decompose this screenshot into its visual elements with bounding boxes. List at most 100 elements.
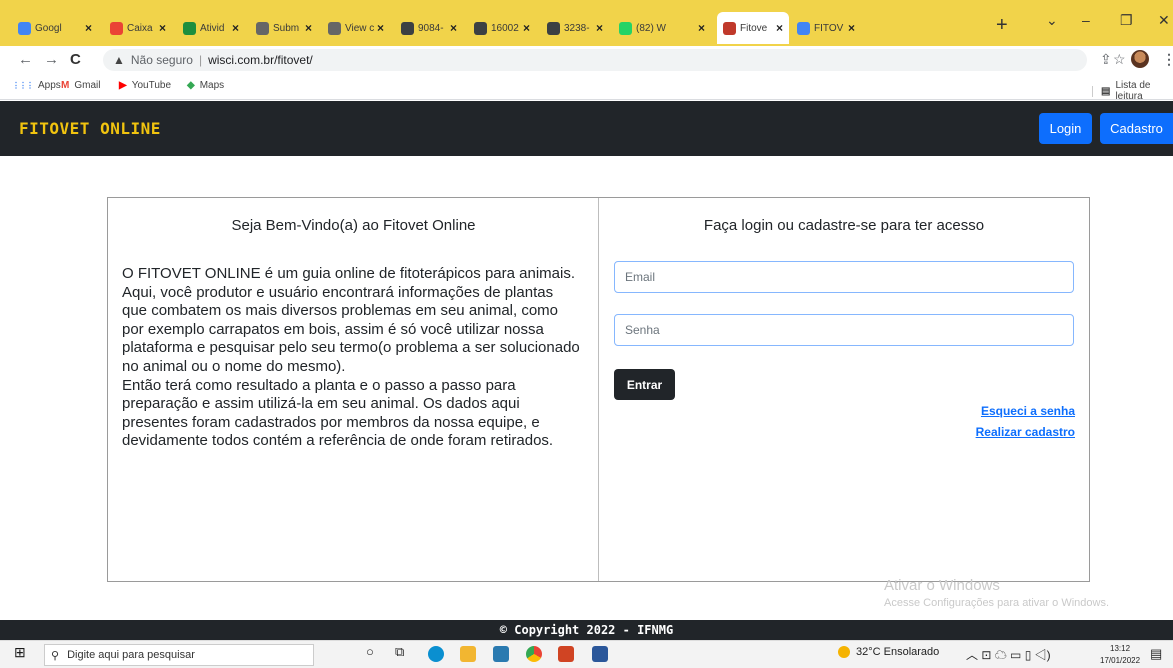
login-title: Faça login ou cadastre-se para ter acess… [703,217,985,234]
search-placeholder: Digite aqui para pesquisar [67,649,195,661]
browser-tab[interactable]: Caixa × [104,12,172,44]
task-view-icon[interactable]: ⧉ [395,644,404,660]
welcome-column: Seja Bem-Vindo(a) ao Fitovet Online O FI… [108,198,599,581]
minimize-icon[interactable]: – [1082,12,1090,28]
mail-icon[interactable] [493,646,509,662]
tab-close-icon[interactable]: × [159,21,166,35]
tab-close-icon[interactable]: × [776,21,783,35]
description-paragraph: O FITOVET ONLINE é um guia online de fit… [122,265,575,282]
browser-tab[interactable]: Googl × [12,12,98,44]
activation-watermark-title: Ativar o Windows [884,577,1000,594]
tab-close-icon[interactable]: × [305,21,312,35]
chrome-icon[interactable] [526,646,542,662]
tab-label: 3238- [564,22,590,34]
back-icon[interactable]: ← [18,51,33,68]
tab-favicon-icon [183,21,196,35]
tab-favicon-icon [619,21,632,35]
security-label[interactable]: Não seguro [131,53,193,67]
share-icon[interactable]: ⇪ [1100,51,1112,68]
apps-icon: ⋮⋮⋮ [12,81,34,90]
windows-start-icon[interactable]: ⊞ [14,644,26,661]
tab-label: Subm [273,22,300,34]
tab-close-icon[interactable]: × [85,21,92,35]
bookmark-apps[interactable]: ⋮⋮⋮ Apps [12,80,61,91]
bookmark-youtube[interactable]: ▶ YouTube [119,80,171,91]
forgot-password-link[interactable]: Esqueci a senha [981,404,1075,418]
welcome-title: Seja Bem-Vindo(a) ao Fitovet Online [231,217,476,234]
tab-favicon-icon [723,21,736,35]
login-nav-button[interactable]: Login [1039,113,1092,144]
weather-icon[interactable] [838,646,856,658]
close-window-icon[interactable]: ✕ [1158,12,1170,29]
tab-close-icon[interactable]: × [377,21,384,35]
maximize-icon[interactable]: ❐ [1120,12,1133,29]
bookmark-gmail[interactable]: M Gmail [61,80,100,91]
description-paragraph: Aqui, você produtor e usuário encontrará… [122,283,580,375]
register-link[interactable]: Realizar cadastro [976,425,1075,439]
bookmark-label: Maps [199,80,225,91]
browser-tab[interactable]: 9084- × [395,12,463,44]
reload-icon[interactable]: C [70,51,81,68]
password-placeholder: Senha [625,323,660,337]
tab-favicon-icon [401,21,414,35]
tab-close-icon[interactable]: × [523,21,530,35]
site-footer: © Copyright 2022 - IFNMG [0,620,1173,640]
email-field[interactable]: Email [614,261,1074,293]
search-icon: ⚲ [51,649,60,662]
tab-close-icon[interactable]: × [232,21,239,35]
tab-close-icon[interactable]: × [450,21,457,35]
new-tab-button[interactable]: + [996,14,1008,37]
url-text[interactable]: wisci.com.br/fitovet/ [208,53,313,67]
tab-label: FITOV [814,22,844,34]
notifications-icon[interactable]: ▤ [1150,646,1162,662]
tab-favicon-icon [18,21,31,35]
tab-close-icon[interactable]: × [698,21,705,35]
tab-label: Ativid [200,22,225,34]
browser-tab[interactable]: (82) W × [613,12,711,44]
menu-icon[interactable]: ⋮ [1162,51,1173,68]
tab-label: Caixa [127,22,153,34]
submit-button[interactable]: Entrar [614,369,675,400]
tab-favicon-icon [256,21,269,35]
bookmark-label: YouTube [131,80,171,91]
main-card: Seja Bem-Vindo(a) ao Fitovet Online O FI… [107,197,1090,582]
browser-tab[interactable]: 3238- × [541,12,609,44]
bookmark-maps[interactable]: ◆ Maps [187,80,224,91]
system-tray-icons[interactable]: ︿ ⊡ ☁ ▭ ▯ ◁) [966,646,1051,663]
browser-tab[interactable]: Ativid × [177,12,245,44]
tab-favicon-icon [547,21,560,35]
warning-icon[interactable]: ▲ [113,53,125,67]
browser-tab[interactable]: FITOV × [791,12,861,44]
tab-search-icon[interactable]: ⌄ [1046,12,1058,29]
clock-time: 13:12 [1110,644,1131,653]
clock-date: 17/01/2022 [1100,656,1141,665]
address-bar[interactable]: ▲ Não seguro | wisci.com.br/fitovet/ [103,49,1087,71]
bookmark-star-icon[interactable]: ☆ [1113,51,1126,68]
file-explorer-icon[interactable] [460,646,476,662]
signup-nav-button[interactable]: Cadastro [1100,113,1173,144]
bookmark-label: Gmail [74,80,101,91]
powerpoint-icon[interactable] [558,646,574,662]
weather-text[interactable]: 32°C Ensolarado [856,646,939,658]
tab-close-icon[interactable]: × [848,21,855,35]
browser-tab[interactable]: View c × [322,12,390,44]
welcome-description: O FITOVET ONLINE é um guia online de fit… [122,265,582,451]
password-field[interactable]: Senha [614,314,1074,346]
browser-tab[interactable]: 16002 × [468,12,536,44]
site-brand[interactable]: FITOVET ONLINE [19,119,161,138]
tab-label: Googl [35,22,62,34]
edge-icon[interactable] [428,646,444,662]
cortana-icon[interactable]: ○ [366,644,374,659]
description-paragraph: Então terá como resultado a planta e o p… [122,376,554,450]
system-clock[interactable]: 13:12 17/01/2022 [1100,643,1140,667]
profile-avatar[interactable] [1131,50,1149,68]
taskbar-search[interactable]: ⚲ Digite aqui para pesquisar [44,644,314,666]
tab-close-icon[interactable]: × [596,21,603,35]
forward-icon[interactable]: → [44,51,59,68]
browser-tab[interactable]: Subm × [250,12,318,44]
tab-label: View c [345,22,375,34]
tab-label: Fitove [740,22,768,34]
word-icon[interactable] [592,646,608,662]
browser-tab[interactable]: Fitove × [717,12,789,44]
reading-list[interactable]: ▤ Lista de leitura [1092,80,1173,102]
